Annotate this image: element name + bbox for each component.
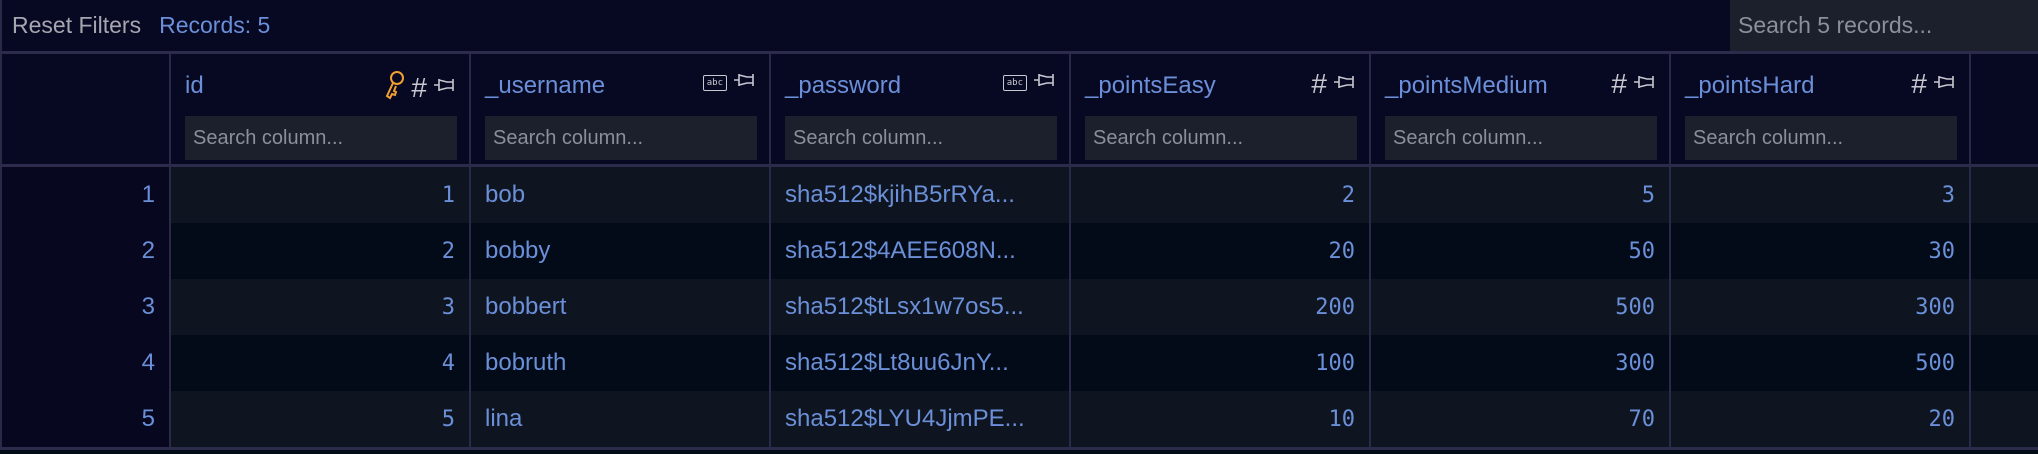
row-number: 2 xyxy=(0,223,171,279)
pin-column-icon[interactable] xyxy=(433,75,455,100)
row-number: 1 xyxy=(0,167,171,223)
cell-medium[interactable]: 70 xyxy=(1371,391,1671,447)
cell-password[interactable]: sha512$Lt8uu6JnY... xyxy=(771,335,1071,391)
pin-column-icon[interactable] xyxy=(1933,72,1955,97)
pin-column-icon[interactable] xyxy=(733,70,755,95)
row-filler xyxy=(1971,223,2038,279)
primary-key-icon xyxy=(383,70,405,105)
cell-hard[interactable]: 300 xyxy=(1671,279,1971,335)
cell-password[interactable]: sha512$4AEE608N... xyxy=(771,223,1071,279)
cell-password[interactable]: sha512$tLsx1w7os5... xyxy=(771,279,1071,335)
number-type-icon: # xyxy=(1311,68,1327,99)
cell-hard[interactable]: 20 xyxy=(1671,391,1971,447)
cell-medium[interactable]: 300 xyxy=(1371,335,1671,391)
column-search-placeholder: Search column... xyxy=(1093,126,1244,149)
text-type-icon: abc xyxy=(702,74,727,91)
cell-easy[interactable]: 200 xyxy=(1071,279,1371,335)
cell-easy[interactable]: 2 xyxy=(1071,167,1371,223)
row-filler xyxy=(1971,335,2038,391)
cell-username[interactable]: bobby xyxy=(471,223,771,279)
cell-username[interactable]: bobruth xyxy=(471,335,771,391)
header-filler xyxy=(1971,54,2038,164)
cell-username[interactable]: lina xyxy=(471,391,771,447)
table-row[interactable]: 4 4 bobruth sha512$Lt8uu6JnY... 100 300 500 xyxy=(0,335,2038,391)
records-count: Records: 5 xyxy=(159,12,271,38)
row-number: 5 xyxy=(0,391,171,447)
reset-filters-button[interactable]: Reset Filters xyxy=(12,12,141,39)
cell-hard[interactable]: 500 xyxy=(1671,335,1971,391)
column-search-placeholder: Search column... xyxy=(793,126,944,149)
column-search-input[interactable]: Search column... xyxy=(1685,116,1957,160)
cell-id[interactable]: 2 xyxy=(171,223,471,279)
cell-id[interactable]: 3 xyxy=(171,279,471,335)
column-header-pointseasy[interactable]: _pointsEasy # Search column... xyxy=(1071,54,1371,164)
column-search-placeholder: Search column... xyxy=(493,126,644,149)
cell-easy[interactable]: 20 xyxy=(1071,223,1371,279)
table-row[interactable]: 1 1 bob sha512$kjihB5rRYa... 2 5 3 xyxy=(0,167,2038,223)
pin-column-icon[interactable] xyxy=(1333,72,1355,97)
row-number-header xyxy=(0,54,171,164)
cell-username[interactable]: bob xyxy=(471,167,771,223)
row-number: 3 xyxy=(0,279,171,335)
toolbar: Reset Filters Records: 5 xyxy=(0,0,2038,54)
column-header-id[interactable]: id # Search column... xyxy=(171,54,471,164)
column-search-placeholder: Search column... xyxy=(1693,126,1844,149)
table-row[interactable]: 5 5 lina sha512$LYU4JjmPE... 10 70 20 xyxy=(0,391,2038,447)
column-header-password[interactable]: _password abc Search column... xyxy=(771,54,1071,164)
cell-easy[interactable]: 100 xyxy=(1071,335,1371,391)
data-grid: id # Search column... _username abc Searc… xyxy=(0,54,2038,447)
header-row: id # Search column... _username abc Searc… xyxy=(0,54,2038,167)
text-type-icon: abc xyxy=(1002,74,1027,91)
cell-hard[interactable]: 30 xyxy=(1671,223,1971,279)
column-search-input[interactable]: Search column... xyxy=(185,116,457,160)
column-header-pointsmedium[interactable]: _pointsMedium # Search column... xyxy=(1371,54,1671,164)
column-search-input[interactable]: Search column... xyxy=(1085,116,1357,160)
column-search-input[interactable]: Search column... xyxy=(485,116,757,160)
number-type-icon: # xyxy=(1911,68,1927,99)
cell-easy[interactable]: 10 xyxy=(1071,391,1371,447)
cell-username[interactable]: bobbert xyxy=(471,279,771,335)
cell-id[interactable]: 4 xyxy=(171,335,471,391)
cell-medium[interactable]: 5 xyxy=(1371,167,1671,223)
global-search-input[interactable] xyxy=(1730,0,2038,51)
cell-id[interactable]: 5 xyxy=(171,391,471,447)
column-search-input[interactable]: Search column... xyxy=(1385,116,1657,160)
cell-id[interactable]: 1 xyxy=(171,167,471,223)
cell-medium[interactable]: 50 xyxy=(1371,223,1671,279)
column-search-input[interactable]: Search column... xyxy=(785,116,1057,160)
row-filler xyxy=(1971,391,2038,447)
row-number: 4 xyxy=(0,335,171,391)
column-search-placeholder: Search column... xyxy=(1393,126,1544,149)
cell-password[interactable]: sha512$LYU4JjmPE... xyxy=(771,391,1071,447)
number-type-icon: # xyxy=(1611,68,1627,99)
grid-bottom-border xyxy=(0,447,2038,454)
column-header-pointshard[interactable]: _pointsHard # Search column... xyxy=(1671,54,1971,164)
column-search-placeholder: Search column... xyxy=(193,126,344,149)
cell-hard[interactable]: 3 xyxy=(1671,167,1971,223)
row-filler xyxy=(1971,279,2038,335)
table-row[interactable]: 3 3 bobbert sha512$tLsx1w7os5... 200 500 300 xyxy=(0,279,2038,335)
column-header-username[interactable]: _username abc Search column... xyxy=(471,54,771,164)
row-filler xyxy=(1971,167,2038,223)
cell-password[interactable]: sha512$kjihB5rRYa... xyxy=(771,167,1071,223)
cell-medium[interactable]: 500 xyxy=(1371,279,1671,335)
number-type-icon: # xyxy=(411,71,427,103)
pin-column-icon[interactable] xyxy=(1633,72,1655,97)
pin-column-icon[interactable] xyxy=(1033,70,1055,95)
table-row[interactable]: 2 2 bobby sha512$4AEE608N... 20 50 30 xyxy=(0,223,2038,279)
